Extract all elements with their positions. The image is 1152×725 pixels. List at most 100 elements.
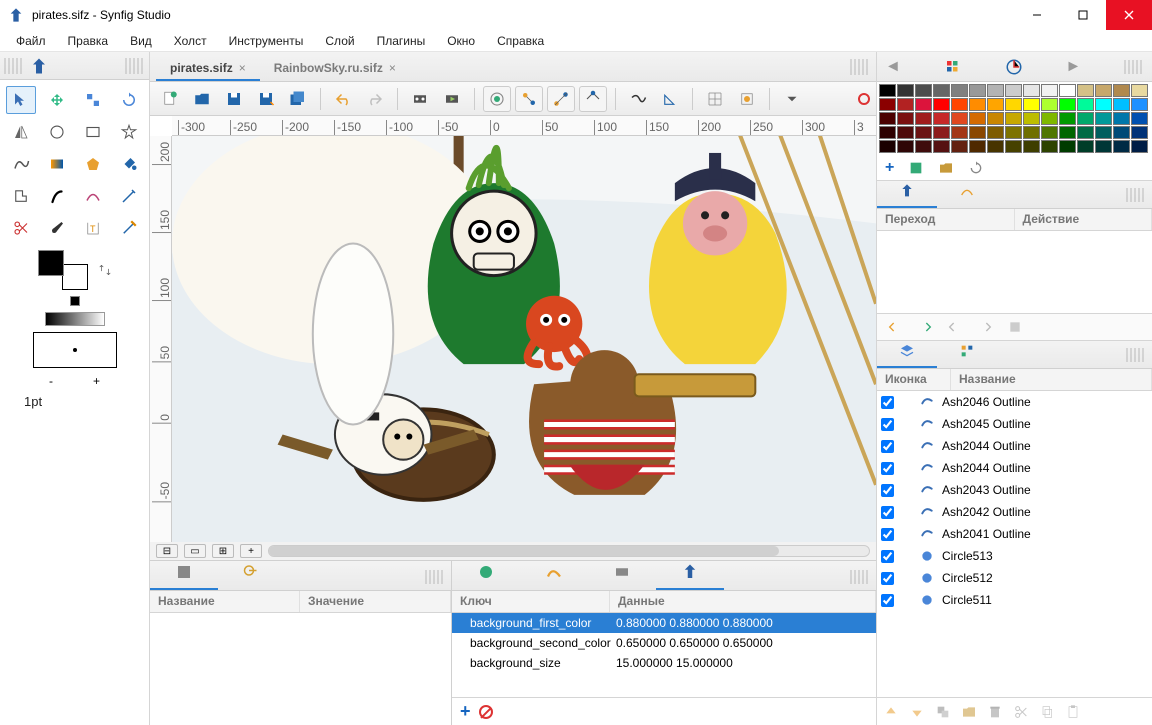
- dropdown-button[interactable]: [778, 86, 806, 112]
- menu-help[interactable]: Справка: [487, 32, 554, 50]
- color-swatch[interactable]: [1077, 140, 1094, 153]
- tab-pirates[interactable]: pirates.sifz×: [156, 55, 260, 81]
- layer-visible-checkbox[interactable]: [881, 418, 894, 431]
- preview-button[interactable]: [438, 86, 466, 112]
- meta-row[interactable]: background_first_color0.880000 0.880000 …: [452, 613, 876, 633]
- color-swatch[interactable]: [915, 98, 932, 111]
- params-tab-1[interactable]: [150, 563, 218, 590]
- color-swatch[interactable]: [951, 112, 968, 125]
- tool-cutout[interactable]: [6, 182, 36, 210]
- record-indicator[interactable]: [858, 93, 870, 105]
- new-file-button[interactable]: [156, 86, 184, 112]
- color-swatch[interactable]: [1041, 126, 1058, 139]
- menu-canvas[interactable]: Холст: [164, 32, 217, 50]
- layer-row[interactable]: Ash2042 Outline: [877, 501, 1152, 523]
- color-swatch[interactable]: [1023, 140, 1040, 153]
- h-scrollbar[interactable]: [268, 545, 870, 557]
- ruler-vertical[interactable]: 200150100500-50: [150, 136, 172, 542]
- color-swatch[interactable]: [1113, 112, 1130, 125]
- color-swatch[interactable]: [1041, 140, 1058, 153]
- layer-visible-checkbox[interactable]: [881, 484, 894, 497]
- brush-size-decrease[interactable]: -: [49, 374, 53, 388]
- layer-visible-checkbox[interactable]: [881, 572, 894, 585]
- color-swatch[interactable]: [951, 126, 968, 139]
- zoom-in-button[interactable]: +: [240, 544, 262, 558]
- minimize-button[interactable]: [1014, 0, 1060, 30]
- meta-tab-2[interactable]: [520, 563, 588, 590]
- zoom-actual-button[interactable]: ⊞: [212, 544, 234, 558]
- color-swatch[interactable]: [1005, 84, 1022, 97]
- color-swatch[interactable]: [897, 126, 914, 139]
- guides-toggle-button[interactable]: [733, 86, 761, 112]
- ruler-horizontal[interactable]: -300-250-200-150-100-5005010015020025030…: [172, 116, 876, 136]
- layers-tab-1[interactable]: [877, 343, 937, 368]
- palette-refresh-icon[interactable]: [968, 160, 984, 176]
- tool-scale[interactable]: [78, 86, 108, 114]
- col-layer-name[interactable]: Название: [951, 369, 1152, 390]
- color-swatch[interactable]: [1023, 126, 1040, 139]
- color-swatch[interactable]: [1077, 126, 1094, 139]
- add-meta-button[interactable]: +: [460, 701, 471, 722]
- color-swatch[interactable]: [951, 98, 968, 111]
- open-file-button[interactable]: [188, 86, 216, 112]
- menu-layer[interactable]: Слой: [315, 32, 364, 50]
- layer-cut-icon[interactable]: [1013, 704, 1029, 720]
- color-swatch[interactable]: [1095, 112, 1112, 125]
- palette-next-button[interactable]: ►: [1065, 58, 1081, 76]
- color-swatch[interactable]: [1041, 98, 1058, 111]
- color-swatch[interactable]: [1095, 126, 1112, 139]
- undo-icon[interactable]: [887, 319, 903, 335]
- layer-row[interactable]: Ash2044 Outline: [877, 457, 1152, 479]
- layer-visible-checkbox[interactable]: [881, 594, 894, 607]
- color-swatch[interactable]: [969, 84, 986, 97]
- color-swatch[interactable]: [1131, 98, 1148, 111]
- color-swatch[interactable]: [1023, 98, 1040, 111]
- layer-row[interactable]: Ash2045 Outline: [877, 413, 1152, 435]
- close-icon[interactable]: ×: [389, 61, 396, 75]
- color-swatch[interactable]: [987, 84, 1004, 97]
- brush-preview[interactable]: [33, 332, 117, 368]
- tab-rainbowsky[interactable]: RainbowSky.ru.sifz×: [260, 55, 410, 81]
- zoom-out-button[interactable]: ⊟: [156, 544, 178, 558]
- color-swatch[interactable]: [987, 112, 1004, 125]
- menu-file[interactable]: Файл: [6, 32, 56, 50]
- color-swatch[interactable]: [897, 112, 914, 125]
- color-swatch[interactable]: [1131, 84, 1148, 97]
- color-swatch[interactable]: [1131, 126, 1148, 139]
- layer-group-icon[interactable]: [961, 704, 977, 720]
- color-swatch[interactable]: [1113, 84, 1130, 97]
- color-swatch[interactable]: [933, 98, 950, 111]
- color-swatch[interactable]: [1095, 98, 1112, 111]
- tool-width[interactable]: [78, 182, 108, 210]
- layer-delete-icon[interactable]: [987, 704, 1003, 720]
- remove-meta-button[interactable]: [479, 705, 493, 719]
- layer-row[interactable]: Circle513: [877, 545, 1152, 567]
- color-swatch[interactable]: [38, 250, 88, 290]
- redo-icon[interactable]: [917, 319, 933, 335]
- color-swatch[interactable]: [987, 98, 1004, 111]
- col-icon[interactable]: Иконка: [877, 369, 951, 390]
- tool-rectangle[interactable]: [78, 118, 108, 146]
- palette-add-button[interactable]: +: [885, 159, 894, 177]
- swap-colors-icon[interactable]: [98, 263, 112, 277]
- layer-visible-checkbox[interactable]: [881, 440, 894, 453]
- color-swatch[interactable]: [951, 140, 968, 153]
- col-value[interactable]: Значение: [300, 591, 451, 612]
- layer-down-icon[interactable]: [909, 704, 925, 720]
- maximize-button[interactable]: [1060, 0, 1106, 30]
- color-swatch[interactable]: [915, 84, 932, 97]
- color-swatch[interactable]: [969, 140, 986, 153]
- col-name[interactable]: Название: [150, 591, 300, 612]
- keyframes-tab-1[interactable]: [877, 183, 937, 208]
- color-swatch[interactable]: [1095, 140, 1112, 153]
- color-swatch[interactable]: [897, 98, 914, 111]
- tool-fill[interactable]: [114, 150, 144, 178]
- color-swatch[interactable]: [915, 112, 932, 125]
- color-swatch[interactable]: [969, 98, 986, 111]
- tool-circle[interactable]: [42, 118, 72, 146]
- tool-gradient[interactable]: [42, 150, 72, 178]
- layer-visible-checkbox[interactable]: [881, 550, 894, 563]
- tool-star[interactable]: [114, 118, 144, 146]
- tool-brush[interactable]: [42, 214, 72, 242]
- palette-icon-2[interactable]: [1005, 58, 1023, 76]
